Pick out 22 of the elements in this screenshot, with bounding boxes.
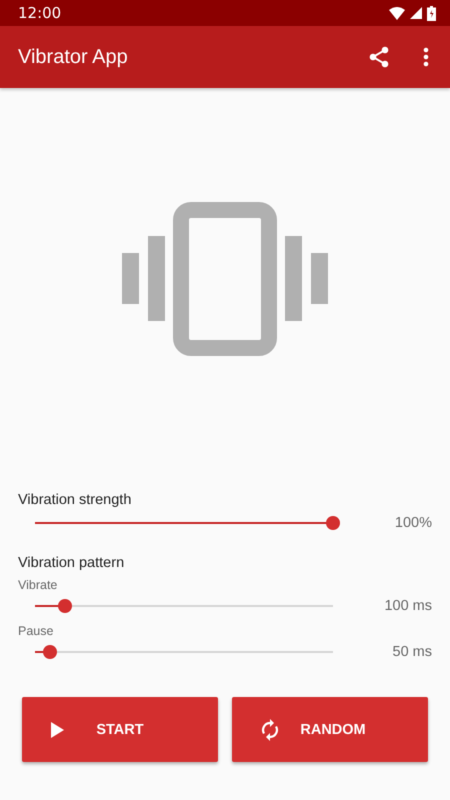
signal-icon: [410, 7, 422, 19]
more-options-icon[interactable]: [423, 47, 429, 67]
slider-value: 100 ms: [383, 598, 432, 614]
refresh-icon: [260, 718, 280, 740]
slider-value: 100%: [394, 515, 432, 531]
vibrating-phone-icon: [122, 202, 328, 356]
play-icon: [50, 722, 64, 738]
slider-value: 50 ms: [392, 644, 432, 660]
random-button[interactable]: RANDOM: [232, 697, 428, 762]
slider-label: Pause: [17, 623, 54, 639]
slider-thumb[interactable]: [326, 516, 340, 530]
share-icon[interactable]: [368, 46, 390, 68]
section-label: Vibration strength: [17, 491, 132, 510]
start-button[interactable]: START: [22, 697, 218, 762]
section-label: Vibration pattern: [17, 554, 126, 573]
clock: 12:00: [18, 4, 62, 22]
slider-label: Vibrate: [17, 577, 58, 593]
slider-thumb[interactable]: [42, 645, 57, 659]
app-title: Vibrator App: [18, 46, 129, 68]
wifi-icon: [389, 6, 405, 20]
slider-thumb[interactable]: [58, 599, 72, 613]
battery-icon: [427, 6, 436, 20]
